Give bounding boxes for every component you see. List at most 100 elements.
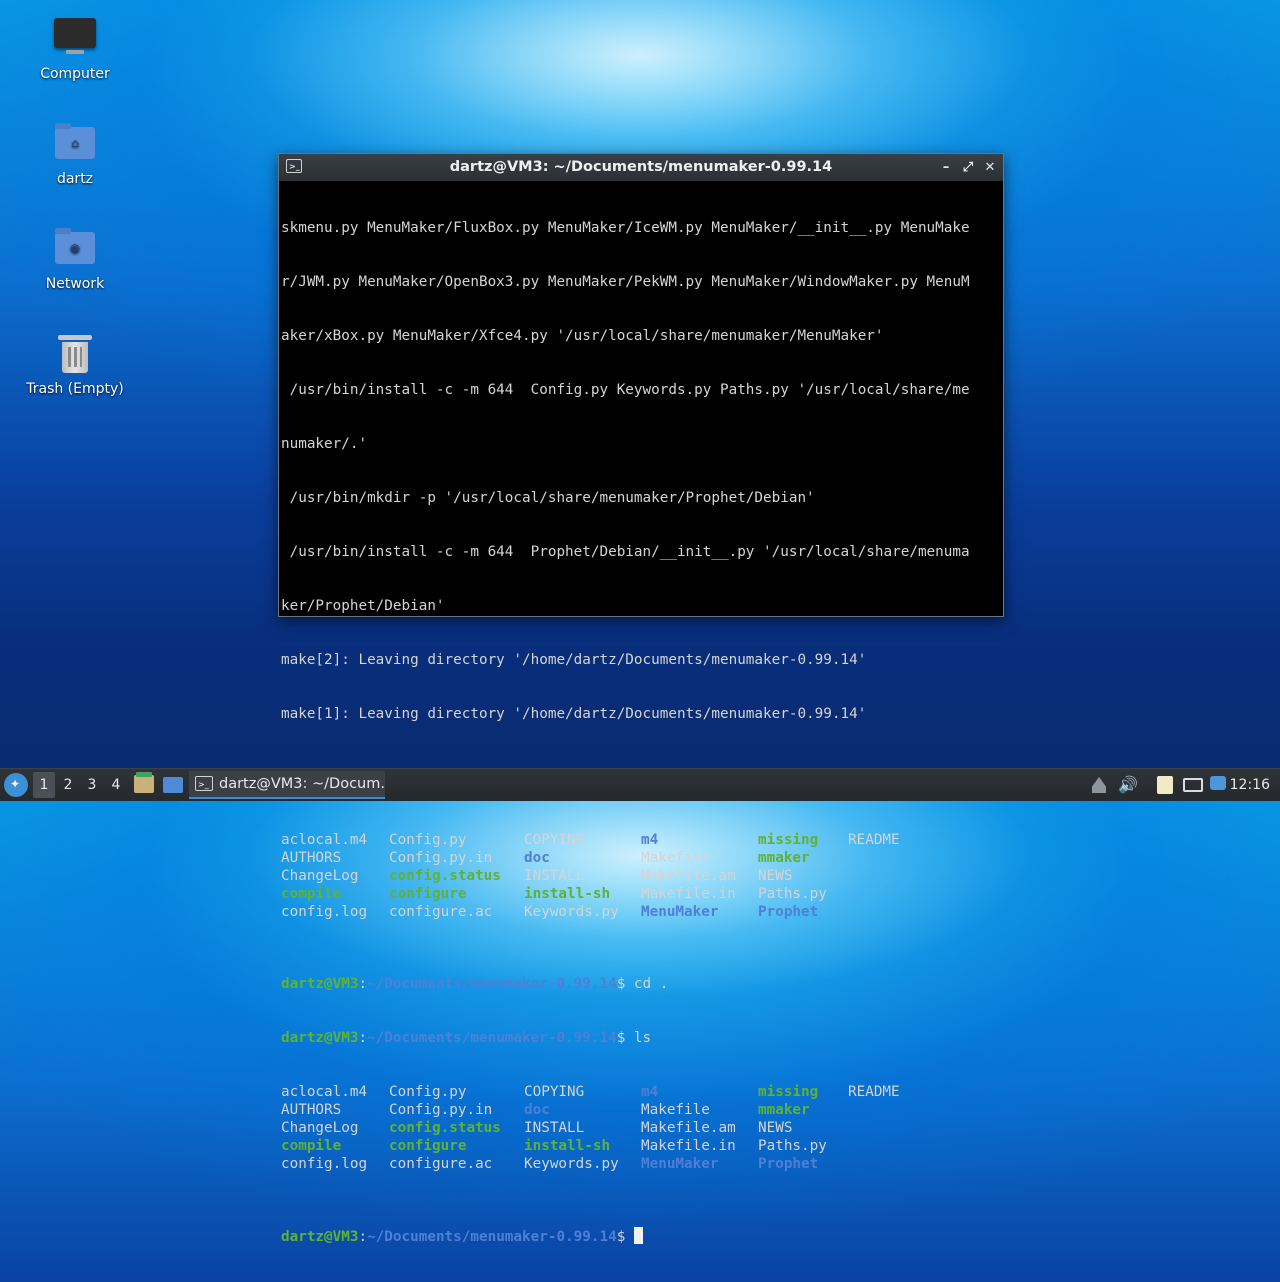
command: cd . bbox=[625, 976, 669, 992]
ls-entry: Config.py bbox=[389, 832, 467, 848]
ls-row: compile configure install-sh Makefile.in Pat… bbox=[281, 885, 1001, 903]
output-line: /usr/bin/install -c -m 644 Config.py Key… bbox=[281, 382, 970, 398]
prompt-sep: : bbox=[358, 1229, 368, 1245]
prompt-end: $ bbox=[616, 1229, 626, 1245]
ls-entry: aclocal.m4 bbox=[281, 832, 368, 848]
prompt-user: dartz@VM3 bbox=[281, 1229, 359, 1245]
desktop-icon-home[interactable]: ⌂ dartz bbox=[20, 119, 130, 187]
minimize-button[interactable]: – bbox=[939, 154, 953, 181]
desktop-icon-computer[interactable]: Computer bbox=[20, 14, 130, 82]
eject-icon[interactable] bbox=[1092, 777, 1106, 793]
ls-entry: configure bbox=[389, 1138, 467, 1154]
ls-entry: install-sh bbox=[524, 886, 611, 902]
workspace-1[interactable]: 1 bbox=[33, 772, 55, 798]
ls-entry: Config.py.in bbox=[389, 1102, 493, 1118]
ls-entry: Makefile.in bbox=[641, 1138, 736, 1154]
taskbar-task-terminal[interactable]: >_ dartz@VM3: ~/Docum... bbox=[189, 771, 385, 799]
terminal-window[interactable]: >_ dartz@VM3: ~/Documents/menumaker-0.99… bbox=[278, 153, 1004, 1245]
ls-entry: config.status bbox=[389, 1120, 501, 1136]
ls-row: aclocal.m4 Config.py COPYING m4 missing READM… bbox=[281, 1083, 1001, 1101]
prompt-sep: : bbox=[358, 976, 368, 992]
ls-entry: Paths.py bbox=[758, 886, 827, 902]
file-manager-icon[interactable] bbox=[134, 772, 154, 793]
command bbox=[625, 1229, 634, 1245]
ls-entry: doc bbox=[524, 850, 550, 866]
ls-entry: ChangeLog bbox=[281, 868, 359, 884]
ls-entry: Keywords.py bbox=[524, 1156, 619, 1172]
maximize-button[interactable]: ⤢ bbox=[961, 154, 975, 181]
ls-entry: compile bbox=[281, 1138, 342, 1154]
trash-icon bbox=[51, 329, 99, 377]
desktop-icon-trash[interactable]: Trash (Empty) bbox=[20, 329, 130, 397]
ls-row: AUTHORS Config.py.in doc Makefile mmaker bbox=[281, 849, 1001, 867]
ls-entry: Makefile.in bbox=[641, 886, 736, 902]
ls-entry: NEWS bbox=[758, 1120, 793, 1136]
prompt-user: dartz@VM3 bbox=[281, 1030, 359, 1046]
ls-entry: missing bbox=[758, 1084, 819, 1100]
desktop-icon-label: Network bbox=[45, 276, 105, 292]
prompt-sep: : bbox=[358, 1030, 368, 1046]
prompt-path: ~/Documents/menumaker-0.99.14 bbox=[367, 976, 617, 992]
ls-entry: README bbox=[848, 832, 900, 848]
prompt-path: ~/Documents/menumaker-0.99.14 bbox=[367, 1229, 617, 1245]
ls-row: AUTHORS Config.py.in doc Makefile mmaker bbox=[281, 1101, 1001, 1119]
notification-icon[interactable] bbox=[1210, 776, 1226, 790]
ls-row: aclocal.m4 Config.py COPYING m4 missing READM… bbox=[281, 831, 1001, 849]
ls-entry: Prophet bbox=[758, 904, 819, 920]
ls-entry: config.log bbox=[281, 1156, 368, 1172]
ls-entry: MenuMaker bbox=[641, 904, 719, 920]
computer-icon bbox=[51, 14, 99, 62]
terminal-icon: >_ bbox=[195, 776, 213, 791]
prompt-path: ~/Documents/menumaker-0.99.14 bbox=[367, 1030, 617, 1046]
ls-entry: configure bbox=[389, 886, 467, 902]
workspace-4[interactable]: 4 bbox=[105, 769, 127, 801]
ls-entry: Makefile.am bbox=[641, 1120, 736, 1136]
terminal-icon: >_ bbox=[286, 159, 302, 173]
ls-entry: ChangeLog bbox=[281, 1120, 359, 1136]
home-folder-icon: ⌂ bbox=[51, 119, 99, 167]
window-titlebar[interactable]: >_ dartz@VM3: ~/Documents/menumaker-0.99… bbox=[279, 154, 1003, 181]
ls-entry: README bbox=[848, 1084, 900, 1100]
desktop-icon-network[interactable]: ◉ Network bbox=[20, 224, 130, 292]
ls-row: config.log configure.ac Keywords.py MenuMak… bbox=[281, 1155, 1001, 1173]
ls-entry: Makefile bbox=[641, 1102, 710, 1118]
output-line: make[1]: Leaving directory '/home/dartz/… bbox=[281, 706, 867, 722]
output-line: /usr/bin/install -c -m 644 Prophet/Debia… bbox=[281, 544, 970, 560]
ls-entry: COPYING bbox=[524, 832, 585, 848]
close-button[interactable]: ✕ bbox=[983, 154, 997, 181]
output-line: ker/Prophet/Debian' bbox=[281, 598, 445, 614]
clipboard-icon[interactable] bbox=[1157, 776, 1173, 794]
network-icon[interactable] bbox=[1183, 778, 1203, 792]
show-desktop-icon[interactable] bbox=[163, 777, 183, 793]
output-line: make[2]: Leaving directory '/home/dartz/… bbox=[281, 652, 867, 668]
ls-entry: config.status bbox=[389, 868, 501, 884]
ls-row: ChangeLog config.status INSTALL Makefile.am… bbox=[281, 867, 1001, 885]
ls-entry: mmaker bbox=[758, 850, 810, 866]
taskbar: 1 2 3 4 >_ dartz@VM3: ~/Docum... 🔊 12:16 bbox=[0, 768, 1280, 801]
start-menu-icon[interactable] bbox=[4, 773, 28, 797]
ls-entry: mmaker bbox=[758, 1102, 810, 1118]
prompt-line: dartz@VM3:~/Documents/menumaker-0.99.14$… bbox=[281, 975, 1001, 993]
ls-entry: config.log bbox=[281, 904, 368, 920]
ls-entry: AUTHORS bbox=[281, 1102, 342, 1118]
network-folder-icon: ◉ bbox=[51, 224, 99, 272]
ls-entry: COPYING bbox=[524, 1084, 585, 1100]
desktop-icon-label: dartz bbox=[56, 171, 94, 187]
text-cursor bbox=[633, 1227, 643, 1244]
ls-entry: Prophet bbox=[758, 1156, 819, 1172]
prompt-line[interactable]: dartz@VM3:~/Documents/menumaker-0.99.14$ bbox=[281, 1227, 1001, 1246]
ls-entry: install-sh bbox=[524, 1138, 611, 1154]
clock[interactable]: 12:16 bbox=[1230, 769, 1270, 801]
terminal-output[interactable]: skmenu.py MenuMaker/FluxBox.py MenuMaker… bbox=[279, 181, 1003, 1282]
ls-entry: Config.py bbox=[389, 1084, 467, 1100]
volume-icon[interactable]: 🔊 bbox=[1118, 769, 1138, 801]
output-line: skmenu.py MenuMaker/FluxBox.py MenuMaker… bbox=[281, 220, 970, 236]
ls-entry: missing bbox=[758, 832, 819, 848]
task-label: dartz@VM3: ~/Docum... bbox=[219, 776, 385, 792]
ls-entry: m4 bbox=[641, 832, 659, 848]
workspace-2[interactable]: 2 bbox=[57, 769, 79, 801]
workspace-3[interactable]: 3 bbox=[81, 769, 103, 801]
ls-entry: AUTHORS bbox=[281, 850, 342, 866]
output-line: aker/xBox.py MenuMaker/Xfce4.py '/usr/lo… bbox=[281, 328, 884, 344]
command: ls bbox=[625, 1030, 652, 1046]
